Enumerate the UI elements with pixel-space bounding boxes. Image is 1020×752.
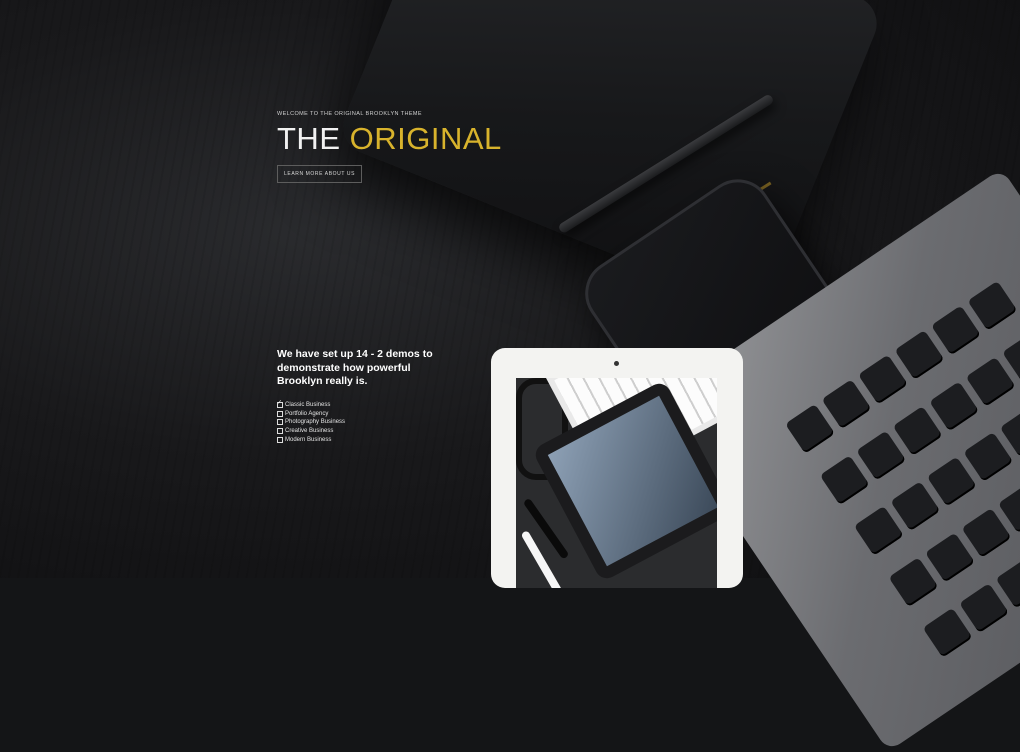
demo-item-creative-business[interactable]: Creative Business: [277, 427, 457, 436]
demo-item-photography-business[interactable]: Photography Business: [277, 418, 457, 427]
tablet-camera: [614, 361, 619, 366]
demo-item-portfolio-agency[interactable]: Portfolio Agency: [277, 409, 457, 418]
checkbox-icon[interactable]: [277, 419, 283, 426]
hero-kicker: WELCOME TO THE ORIGINAL BROOKLYN THEME: [277, 111, 422, 117]
checkbox-icon[interactable]: [277, 437, 283, 444]
hero-intro: WELCOME TO THE ORIGINAL BROOKLYN THEME T…: [277, 111, 502, 183]
demo-item-label: Photography Business: [285, 419, 346, 426]
tablet-screen: [516, 378, 717, 588]
hero-title-accent: ORIGINAL: [349, 121, 502, 156]
demo-item-modern-business[interactable]: Modern Business: [277, 436, 457, 445]
demo-item-label: Creative Business: [285, 428, 334, 435]
demos-section: We have set up 14 - 2 demos to demonstra…: [277, 348, 457, 444]
demo-item-label: Modern Business: [285, 437, 332, 444]
demo-item-classic-business[interactable]: Classic Business: [277, 399, 457, 410]
learn-more-button[interactable]: LEARN MORE ABOUT US: [277, 165, 363, 183]
checkbox-icon[interactable]: [277, 428, 283, 435]
demo-list: Classic Business Portfolio Agency Photog…: [277, 399, 457, 445]
demos-heading: We have set up 14 - 2 demos to demonstra…: [277, 348, 433, 387]
hero-title-main: THE: [277, 121, 350, 156]
demo-item-label: Classic Business: [285, 401, 331, 408]
tablet-mockup: [491, 348, 743, 588]
hero-title: THE ORIGINAL: [277, 121, 502, 157]
demo-item-label: Portfolio Agency: [285, 410, 329, 417]
checkbox-icon[interactable]: [277, 410, 283, 417]
checkbox-checked-icon[interactable]: [277, 399, 283, 408]
